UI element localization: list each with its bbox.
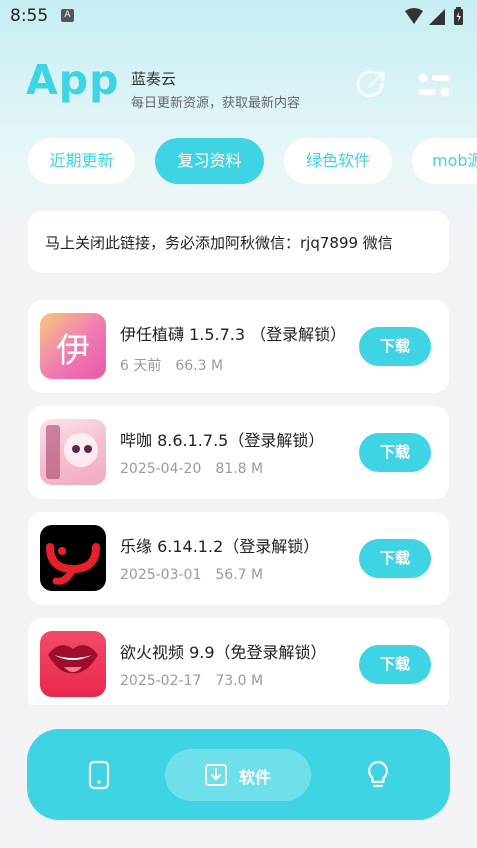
bika-app-icon <box>40 419 106 485</box>
bottom-nav: 软件 <box>27 729 450 820</box>
lightbulb-icon[interactable] <box>364 760 392 790</box>
download-button[interactable]: 下载 <box>359 433 431 472</box>
menu-toggle-icon[interactable] <box>413 66 453 104</box>
tab-recent-updates[interactable]: 近期更新 <box>28 138 135 184</box>
tab-study-materials[interactable]: 复习资料 <box>155 138 264 184</box>
battery-icon <box>454 7 463 25</box>
system-status-icons <box>405 7 463 25</box>
category-tabs: 近期更新 复习资料 绿色软件 mob源 <box>28 138 477 184</box>
header-title: 蓝奏云 <box>131 70 177 88</box>
download-button[interactable]: 下载 <box>359 539 431 578</box>
header-subtitle: 每日更新资源，获取最新内容 <box>131 96 301 111</box>
share-icon[interactable] <box>352 66 390 104</box>
font-icon: A <box>61 9 74 22</box>
notice-text: 马上关闭此链接，务必添加阿秋微信：rjq7899 微信 <box>45 234 393 252</box>
app-size: 73.0 M <box>215 673 264 689</box>
notice-card: 马上关闭此链接，务必添加阿秋微信：rjq7899 微信 <box>28 211 449 273</box>
tab-mob-source[interactable]: mob源 <box>412 138 477 184</box>
app-title: 欲火视频 9.9（免登录解锁） <box>120 643 327 662</box>
download-button[interactable]: 下载 <box>359 327 431 366</box>
yiren-app-icon: 伊 <box>40 313 106 379</box>
tab-green-software[interactable]: 绿色软件 <box>284 138 392 184</box>
yuhuo-app-icon <box>40 631 106 697</box>
nav-software-label: 软件 <box>239 768 272 787</box>
app-size: 66.3 M <box>175 358 224 374</box>
nav-software-button[interactable]: 软件 <box>165 749 311 801</box>
list-item[interactable]: 欲火视频 9.9（免登录解锁） 2025-02-17 73.0 M 下载 <box>28 618 449 705</box>
wifi-icon <box>405 8 423 24</box>
status-time: 8:55 <box>10 6 49 26</box>
app-meta: 2025-04-20 81.8 M <box>120 461 263 477</box>
app-meta: 2025-02-17 73.0 M <box>120 673 263 689</box>
app-list: 伊 伊任植礴 1.5.7.3 （登录解锁） 6 天前 66.3 M 下载 哔咖 8… <box>0 300 477 705</box>
list-item[interactable]: 哔咖 8.6.1.7.5（登录解锁） 2025-04-20 81.8 M 下载 <box>28 406 449 499</box>
app-meta: 6 天前 66.3 M <box>120 355 223 375</box>
app-title: 伊任植礴 1.5.7.3 （登录解锁） <box>120 325 347 344</box>
app-title: 哔咖 8.6.1.7.5（登录解锁） <box>120 431 325 450</box>
app-meta: 2025-03-01 56.7 M <box>120 567 263 583</box>
app-date: 2025-03-01 <box>120 567 202 583</box>
app-date: 2025-04-20 <box>120 461 202 477</box>
app-date: 6 天前 <box>120 358 162 374</box>
download-button[interactable]: 下载 <box>359 645 431 684</box>
list-item[interactable]: 乐缘 6.14.1.2（登录解锁） 2025-03-01 56.7 M 下载 <box>28 512 449 605</box>
status-bar: 8:55 A <box>0 0 477 32</box>
list-item[interactable]: 伊 伊任植礴 1.5.7.3 （登录解锁） 6 天前 66.3 M 下载 <box>28 300 449 393</box>
app-logo: App <box>26 56 120 104</box>
download-icon <box>205 764 227 786</box>
signal-icon <box>429 9 445 25</box>
app-title: 乐缘 6.14.1.2（登录解锁） <box>120 537 320 556</box>
leyuan-app-icon <box>40 525 106 591</box>
phone-icon[interactable] <box>85 760 113 790</box>
app-size: 56.7 M <box>215 567 264 583</box>
app-date: 2025-02-17 <box>120 673 202 689</box>
app-size: 81.8 M <box>215 461 264 477</box>
